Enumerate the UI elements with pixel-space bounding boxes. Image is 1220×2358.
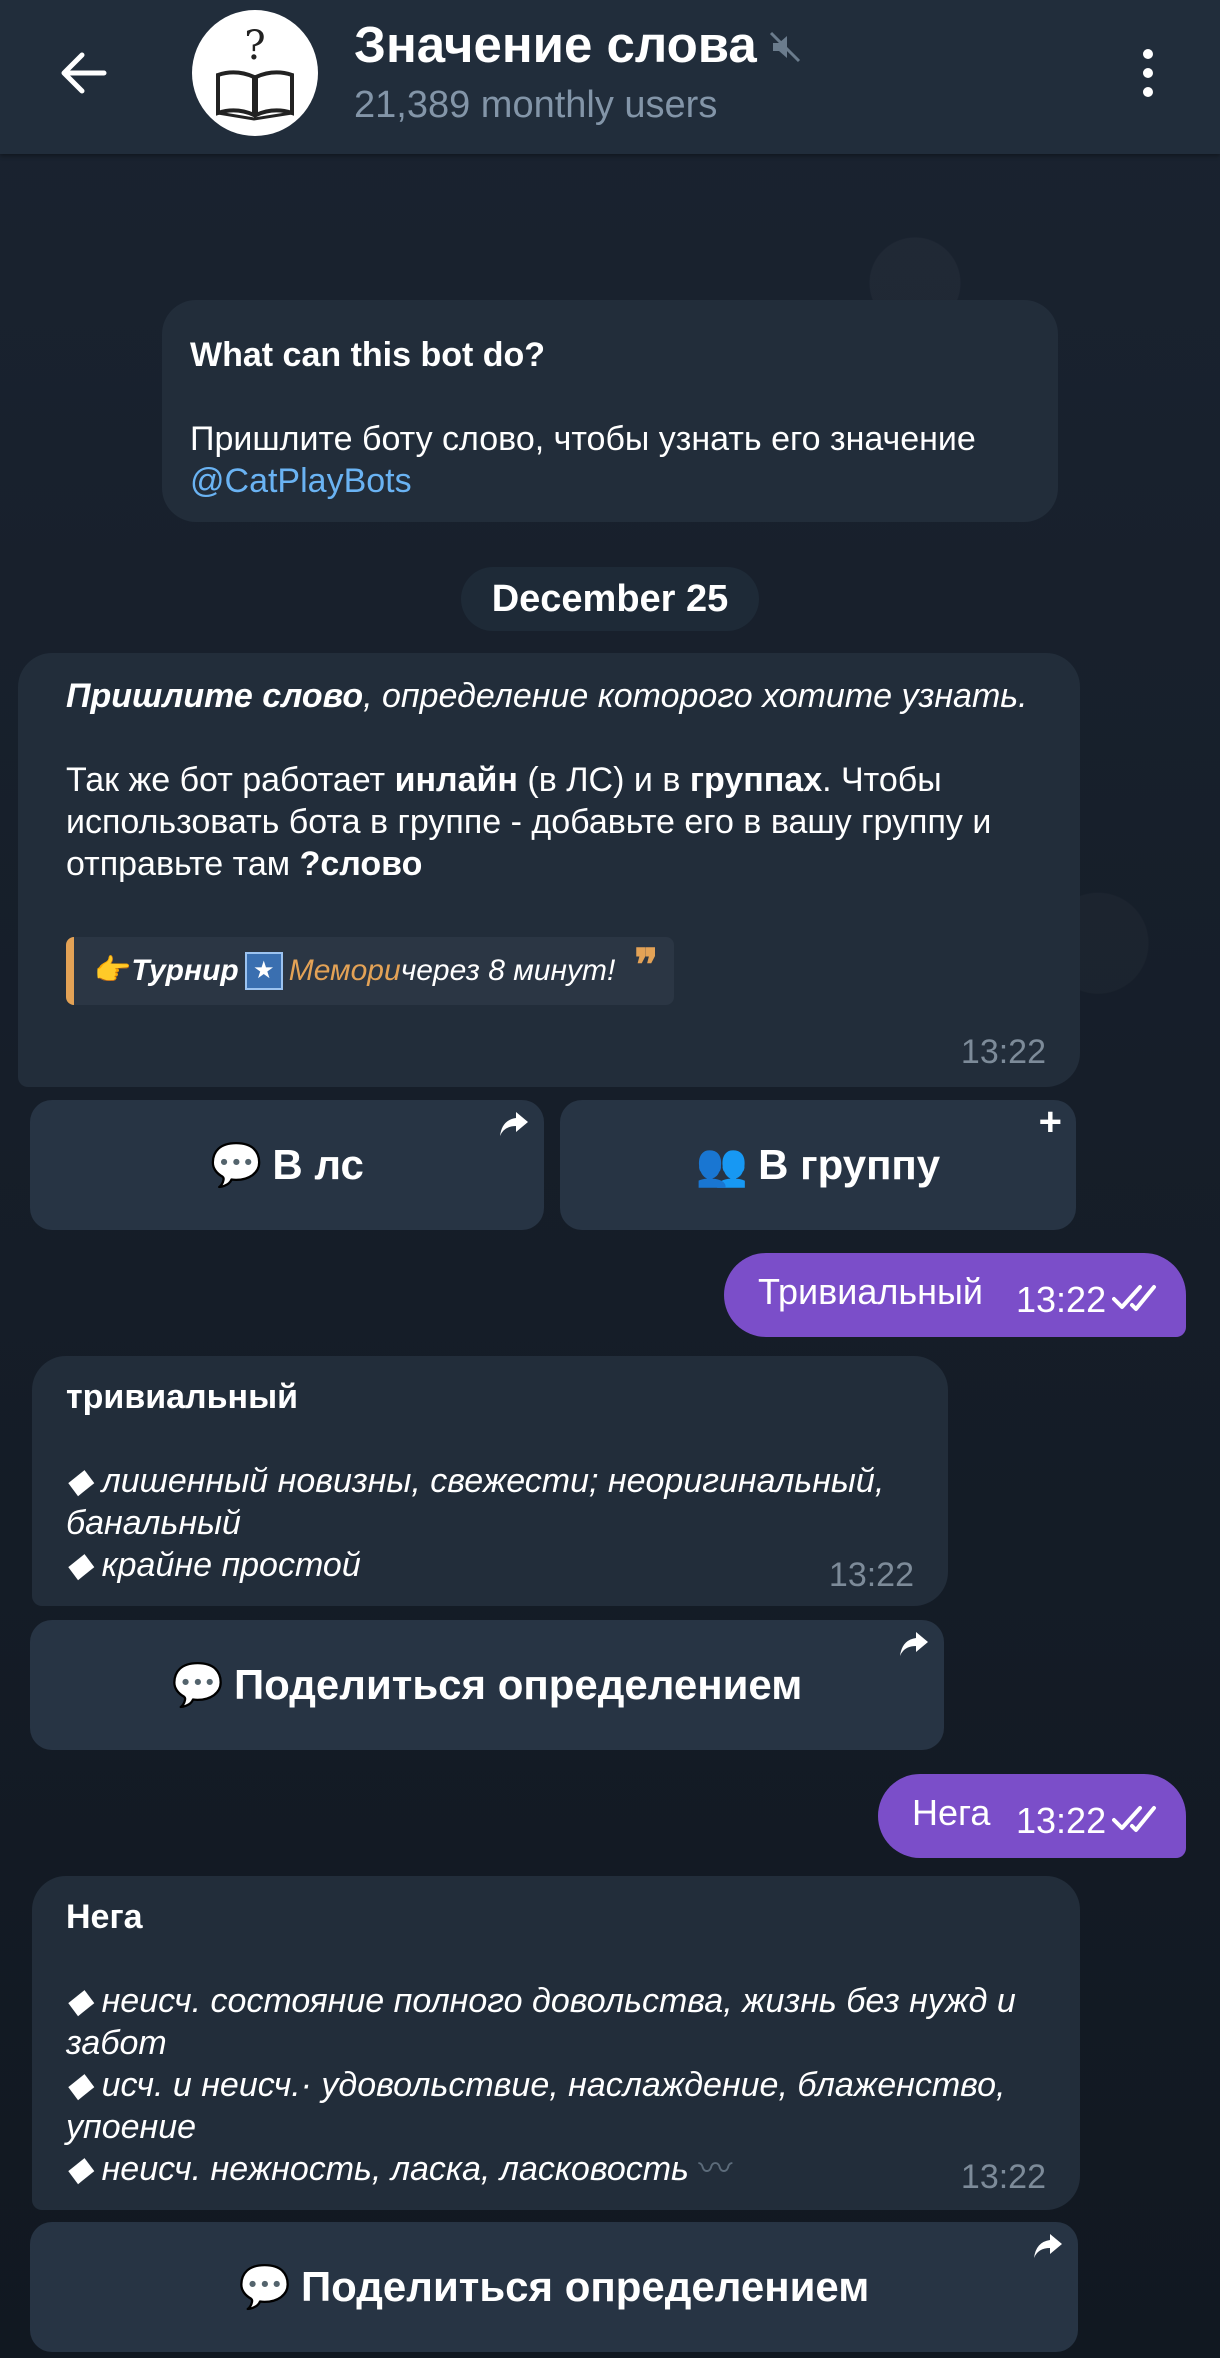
outgoing-message: Нега 13:22 xyxy=(878,1774,1186,1858)
double-check-icon xyxy=(1112,1285,1156,1311)
back-button[interactable] xyxy=(50,40,116,106)
svg-text:?: ? xyxy=(244,23,265,69)
sparkle-emoji: ★ xyxy=(244,952,283,990)
forward-icon xyxy=(898,1628,930,1667)
back-arrow-icon xyxy=(61,52,107,94)
muted-icon xyxy=(769,31,800,63)
forward-icon xyxy=(498,1108,530,1147)
two-people-emoji: 👥 xyxy=(695,1140,749,1188)
incoming-message: Нега ◆ неисч. состояние полного довольст… xyxy=(32,1876,1080,2210)
chat-subtitle: 21,389 monthly users xyxy=(354,84,718,126)
bot-info-link[interactable]: @CatPlayBots xyxy=(190,460,1030,502)
bot-avatar[interactable]: ? xyxy=(192,10,318,136)
bot-info-heading: What can this bot do? xyxy=(190,336,546,374)
message-time: 13:22 xyxy=(960,2158,1046,2196)
forward-icon xyxy=(1032,2230,1064,2269)
dm-button[interactable]: 💬 В лс xyxy=(30,1100,544,1230)
bot-info-text: Пришлите боту слово, чтобы узнать его зн… xyxy=(190,420,976,458)
speech-bubble-emoji: 💬 xyxy=(210,1140,263,1188)
more-vert-icon[interactable] xyxy=(1130,40,1166,106)
speech-bubble-emoji: 💬 xyxy=(238,2262,291,2310)
incoming-message: тривиальный ◆ лишенный новизны, свежести… xyxy=(32,1356,948,1606)
outgoing-message: Тривиальный 13:22 xyxy=(724,1253,1186,1337)
double-check-icon xyxy=(1112,1806,1156,1832)
chat-title: Значение слова xyxy=(354,14,801,76)
incoming-message: Пришлите слово, определение которого хот… xyxy=(18,653,1080,1087)
quote-block[interactable]: 👉 Турнир ★ Мемори через 8 минут! ❞ xyxy=(66,937,674,1005)
message-time: 13:22 xyxy=(828,1556,914,1594)
share-definition-button[interactable]: 💬 Поделиться определением xyxy=(30,1620,944,1750)
quote-icon: ❞ xyxy=(634,941,658,990)
message-time: 13:22 xyxy=(960,1033,1046,1071)
speech-bubble-emoji: 💬 xyxy=(171,1660,224,1708)
date-separator: December 25 xyxy=(461,567,759,631)
share-definition-button[interactable]: 💬 Поделиться определением xyxy=(30,2222,1078,2352)
group-button[interactable]: 👥 В группу + xyxy=(560,1100,1076,1230)
plus-icon: + xyxy=(1038,1100,1062,1144)
pointing-hand-emoji: 👉 xyxy=(94,954,132,987)
wave-icon: 〰 xyxy=(698,2150,733,2188)
bot-info-bubble: What can this bot do? Пришлите боту слов… xyxy=(162,300,1058,522)
bot-avatar-book-icon: ? xyxy=(216,23,294,121)
chat-header: ? Значение слова 21,389 monthly users xyxy=(0,0,1220,154)
